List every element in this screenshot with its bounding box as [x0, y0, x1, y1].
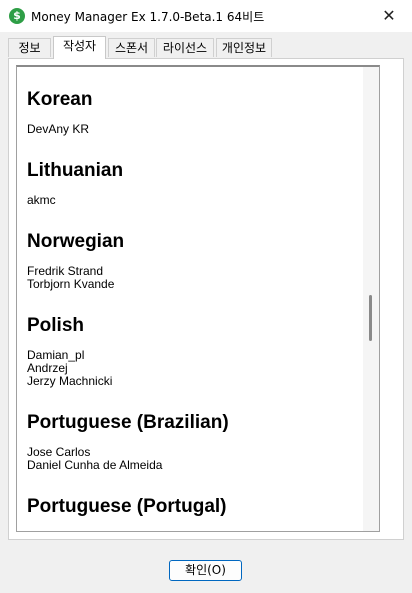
list-item: Portuguese (Portugal) — [27, 496, 367, 518]
tab-privacy[interactable]: 개인정보 — [216, 38, 272, 57]
translator-names: DevAny KR — [27, 123, 367, 136]
ok-button[interactable]: 확인(O) — [169, 560, 242, 581]
translator-names: Fredrik Strand Torbjorn Kvande — [27, 265, 367, 291]
tab-info[interactable]: 정보 — [8, 38, 51, 57]
translator-names: akmc — [27, 194, 367, 207]
language-heading: Korean — [27, 89, 93, 110]
language-heading: Polish — [27, 315, 85, 336]
scrollbar-thumb[interactable] — [369, 295, 372, 341]
translator-names: Jose Carlos Daniel Cunha de Almeida — [27, 446, 367, 472]
list-item: Portuguese (Brazilian) Jose Carlos Danie… — [27, 412, 367, 472]
language-heading: Portuguese (Brazilian) — [27, 412, 229, 433]
language-heading: Lithuanian — [27, 160, 124, 181]
translator-name: Damian_pl — [27, 348, 85, 362]
translator-names: Damian_pl Andrzej Jerzy Machnicki — [27, 349, 367, 388]
language-heading: Portuguese (Portugal) — [27, 496, 227, 517]
translator-name: akmc — [27, 193, 56, 207]
language-heading: Norwegian — [27, 231, 125, 252]
list-item: Norwegian Fredrik Strand Torbjorn Kvande — [27, 231, 367, 291]
list-item: Korean DevAny KR — [27, 89, 367, 136]
translator-name: Jerzy Machnicki — [27, 374, 113, 388]
tab-license[interactable]: 라이선스 — [156, 38, 214, 57]
money-icon: $ — [9, 8, 25, 24]
tab-sponsors[interactable]: 스폰서 — [108, 38, 155, 57]
title-bar: $ Money Manager Ex 1.7.0-Beta.1 64비트 ✕ — [0, 0, 412, 32]
list-item: Polish Damian_pl Andrzej Jerzy Machnicki — [27, 315, 367, 388]
translator-name: DevAny KR — [27, 122, 90, 136]
translator-name: Daniel Cunha de Almeida — [27, 458, 163, 472]
vertical-scrollbar[interactable] — [363, 67, 379, 531]
authors-content[interactable]: Korean DevAny KR Lithuanian akmc Norwegi… — [16, 65, 380, 532]
translators-list: Korean DevAny KR Lithuanian akmc Norwegi… — [27, 89, 367, 531]
tab-authors[interactable]: 작성자 — [53, 36, 106, 59]
translator-name: Torbjorn Kvande — [27, 277, 115, 291]
window-title: Money Manager Ex 1.7.0-Beta.1 64비트 — [31, 10, 265, 24]
list-item: Lithuanian akmc — [27, 160, 367, 207]
close-button[interactable]: ✕ — [366, 0, 412, 32]
